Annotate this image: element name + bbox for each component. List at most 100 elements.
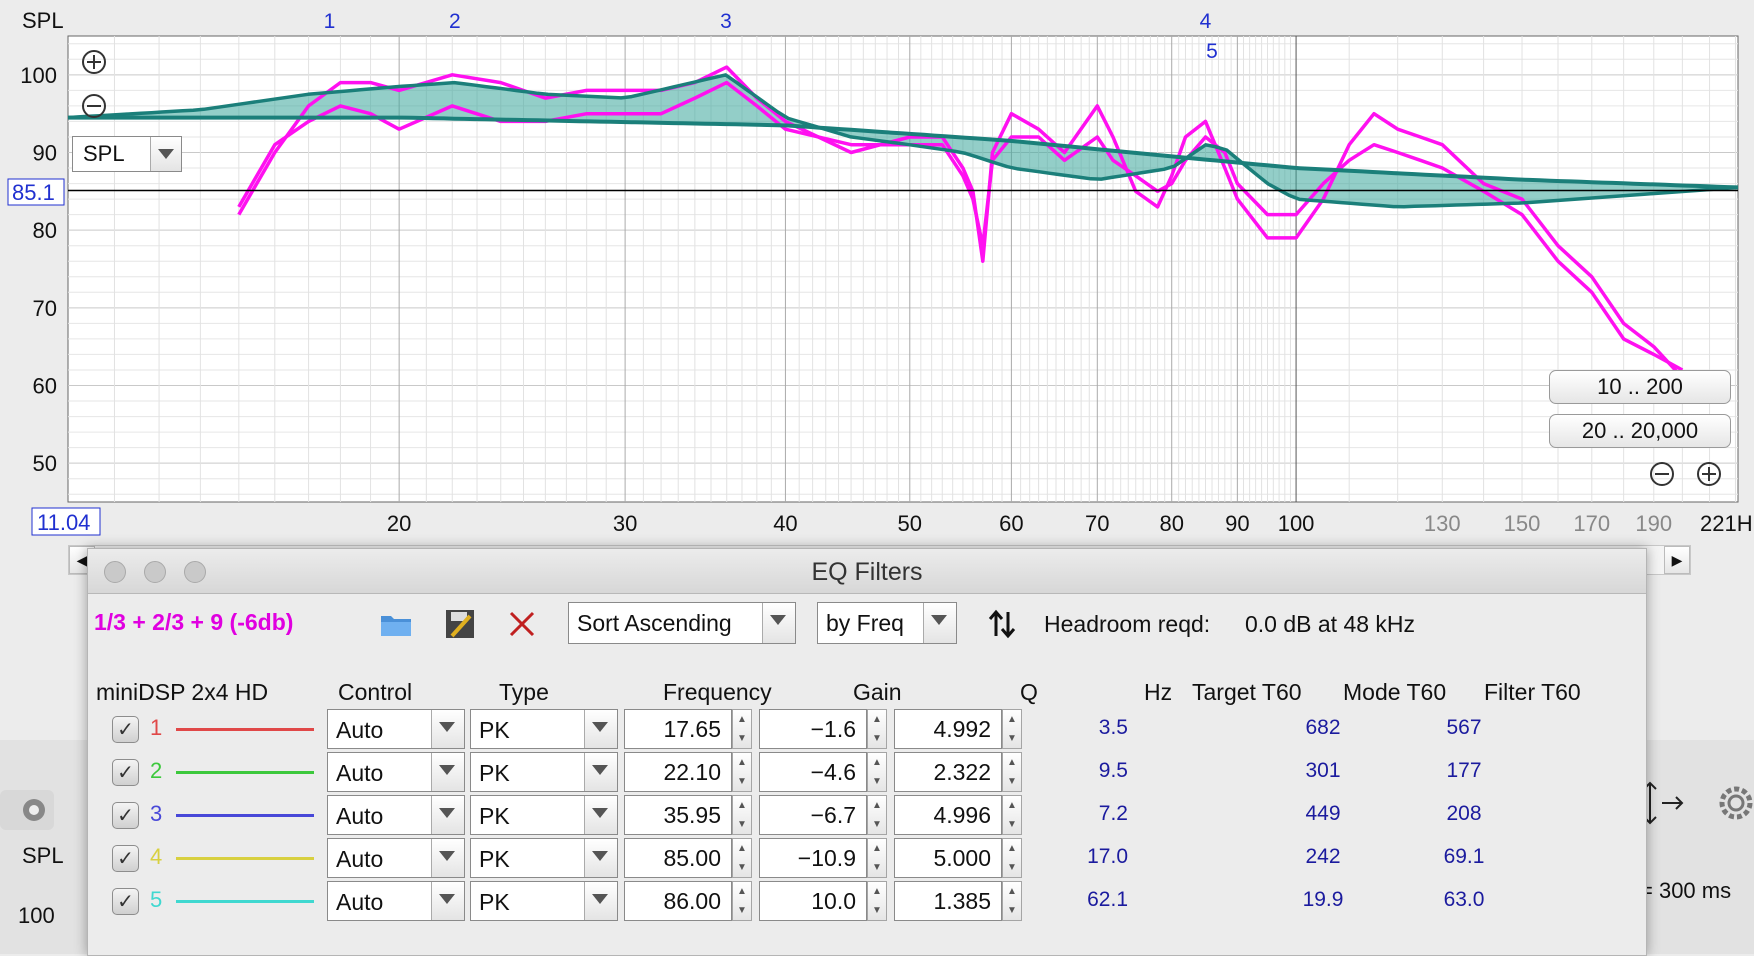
q-field[interactable]: 1.385 (894, 881, 1002, 921)
filter-enabled-checkbox[interactable]: ✓ (112, 845, 139, 872)
spl-combo-arrow-icon[interactable] (150, 137, 181, 171)
gain-field[interactable]: −10.9 (759, 838, 867, 878)
control-select[interactable]: Auto (327, 838, 465, 878)
x-tick-label: 70 (1085, 511, 1109, 536)
filter-color-swatch (176, 900, 314, 903)
hz-value: 7.2 (1098, 802, 1128, 825)
type-value: PK (479, 717, 510, 743)
frequency-stepper[interactable]: ▲ ▼ (732, 752, 752, 792)
gain-stepper[interactable]: ▲ ▼ (867, 881, 887, 921)
frequency-field[interactable]: 85.00 (624, 838, 732, 878)
col-device: miniDSP 2x4 HD (96, 679, 269, 705)
gain-stepper[interactable]: ▲ ▼ (867, 838, 887, 878)
control-arrow-icon[interactable] (431, 839, 464, 877)
title-bar[interactable]: EQ Filters (88, 549, 1646, 594)
filter-number: 3 (150, 801, 163, 826)
sort-by-select[interactable]: by Freq (817, 602, 957, 644)
frequency-field[interactable]: 35.95 (624, 795, 732, 835)
control-select[interactable]: Auto (327, 795, 465, 835)
frequency-field[interactable]: 22.10 (624, 752, 732, 792)
q-stepper[interactable]: ▲ ▼ (1002, 838, 1022, 878)
gear-icon[interactable] (1712, 782, 1754, 824)
q-stepper[interactable]: ▲ ▼ (1002, 881, 1022, 921)
type-arrow-icon[interactable] (584, 710, 617, 748)
type-select[interactable]: PK (470, 709, 618, 749)
q-stepper[interactable]: ▲ ▼ (1002, 795, 1022, 835)
sort-by-arrow-icon[interactable] (923, 603, 956, 643)
control-value: Auto (336, 803, 384, 829)
gain-field[interactable]: −1.6 (759, 709, 867, 749)
type-arrow-icon[interactable] (584, 753, 617, 791)
frequency-field[interactable]: 17.65 (624, 709, 732, 749)
control-value: Auto (336, 717, 384, 743)
type-select[interactable]: PK (470, 795, 618, 835)
type-select[interactable]: PK (470, 752, 618, 792)
q-field[interactable]: 4.992 (894, 709, 1002, 749)
gain-value: −4.6 (810, 759, 856, 785)
camera-icon[interactable] (0, 790, 54, 830)
x-tick-label: 60 (999, 511, 1023, 536)
filter-color-swatch (176, 728, 314, 731)
type-arrow-icon[interactable] (584, 882, 617, 920)
filter-t60-value: 208 (1446, 802, 1482, 825)
range-20-20000-button[interactable]: 20 .. 20,000 (1549, 414, 1731, 448)
scroll-right-icon[interactable]: ▶ (1664, 546, 1690, 574)
q-field[interactable]: 2.322 (894, 752, 1002, 792)
q-field[interactable]: 4.996 (894, 795, 1002, 835)
gain-field[interactable]: 10.0 (759, 881, 867, 921)
frequency-value: 17.65 (663, 716, 721, 742)
gain-stepper[interactable]: ▲ ▼ (867, 709, 887, 749)
delete-icon[interactable] (502, 604, 542, 644)
control-select[interactable]: Auto (327, 881, 465, 921)
filter-enabled-checkbox[interactable]: ✓ (112, 802, 139, 829)
type-select[interactable]: PK (470, 881, 618, 921)
control-value: Auto (336, 889, 384, 915)
q-stepper[interactable]: ▲ ▼ (1002, 709, 1022, 749)
frequency-stepper[interactable]: ▲ ▼ (732, 838, 752, 878)
frequency-field[interactable]: 86.00 (624, 881, 732, 921)
filter-enabled-checkbox[interactable]: ✓ (112, 759, 139, 786)
frequency-stepper[interactable]: ▲ ▼ (732, 709, 752, 749)
y-tick-label: 70 (33, 296, 57, 321)
frequency-value: 86.00 (663, 888, 721, 914)
control-select[interactable]: Auto (327, 752, 465, 792)
gain-stepper[interactable]: ▲ ▼ (867, 795, 887, 835)
save-icon[interactable] (440, 604, 480, 644)
col-filter-t60: Filter T60 (1484, 679, 1581, 705)
filter-enabled-checkbox[interactable]: ✓ (112, 716, 139, 743)
control-arrow-icon[interactable] (431, 796, 464, 834)
control-arrow-icon[interactable] (431, 882, 464, 920)
sort-order-select[interactable]: Sort Ascending (568, 602, 796, 644)
y-tick-label: 60 (33, 374, 57, 399)
control-arrow-icon[interactable] (431, 710, 464, 748)
q-stepper[interactable]: ▲ ▼ (1002, 752, 1022, 792)
range-10-200-button[interactable]: 10 .. 200 (1549, 370, 1731, 404)
open-folder-icon[interactable] (376, 604, 416, 644)
move-arrows-icon[interactable] (1640, 775, 1688, 831)
type-select[interactable]: PK (470, 838, 618, 878)
control-select[interactable]: Auto (327, 709, 465, 749)
sort-arrows-icon[interactable] (982, 604, 1022, 644)
frequency-stepper[interactable]: ▲ ▼ (732, 881, 752, 921)
sort-order-arrow-icon[interactable] (762, 603, 795, 643)
mode-t60-value: 449 (1305, 802, 1341, 825)
filter-row: ✓ 3 Auto PK 35.95 ▲ ▼ −6.7 ▲ ▼ 4.996 ▲ ▼ 7.2 449 208 (88, 793, 1646, 837)
gain-field[interactable]: −4.6 (759, 752, 867, 792)
gain-field[interactable]: −6.7 (759, 795, 867, 835)
control-arrow-icon[interactable] (431, 753, 464, 791)
col-mode-t60: Mode T60 (1343, 679, 1447, 705)
gain-value: 10.0 (811, 888, 856, 914)
spl-combo[interactable]: SPL (72, 136, 182, 172)
x-start-value: 11.04 (37, 510, 90, 535)
type-arrow-icon[interactable] (584, 839, 617, 877)
q-field[interactable]: 5.000 (894, 838, 1002, 878)
col-type: Type (499, 679, 549, 705)
filter-enabled-checkbox[interactable]: ✓ (112, 888, 139, 915)
gain-stepper[interactable]: ▲ ▼ (867, 752, 887, 792)
x-tick-label: 190 (1635, 511, 1672, 536)
type-arrow-icon[interactable] (584, 796, 617, 834)
sort-by-value: by Freq (826, 610, 904, 636)
frequency-stepper[interactable]: ▲ ▼ (732, 795, 752, 835)
type-value: PK (479, 846, 510, 872)
col-control: Control (338, 679, 413, 705)
